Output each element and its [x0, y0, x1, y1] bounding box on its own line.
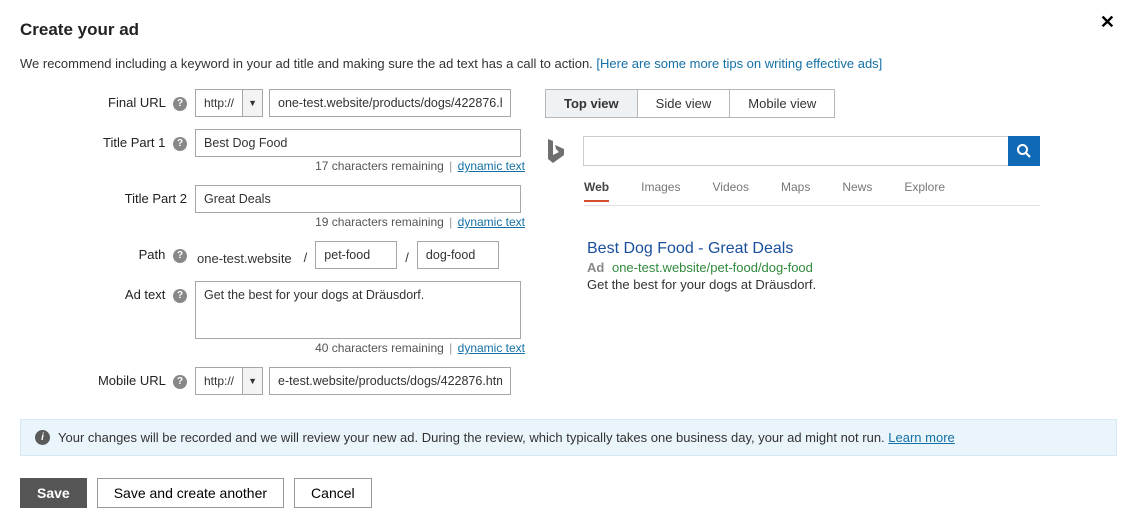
label-mobile-url: Mobile URL ?: [20, 367, 195, 389]
title1-input[interactable]: [195, 129, 521, 157]
adtext-remaining: 40 characters remaining | dynamic text: [20, 341, 525, 355]
help-icon[interactable]: ?: [173, 289, 187, 303]
save-button[interactable]: Save: [20, 478, 87, 508]
bing-tab-web[interactable]: Web: [584, 180, 609, 202]
ad-text-input[interactable]: [195, 281, 521, 339]
review-info-bar: i Your changes will be recorded and we w…: [20, 419, 1117, 456]
ad-badge: Ad: [587, 260, 604, 275]
ad-preview-title: Best Dog Food - Great Deals: [587, 240, 1040, 258]
adtext-dynamic-link[interactable]: dynamic text: [458, 341, 525, 355]
label-title1: Title Part 1 ?: [20, 129, 195, 151]
chevron-down-icon: ▼: [242, 368, 262, 394]
ad-preview-desc: Get the best for your dogs at Dräusdorf.: [587, 277, 1040, 292]
mobile-url-protocol-select[interactable]: http:// ▼: [195, 367, 263, 395]
bing-search-button[interactable]: [1008, 136, 1040, 166]
title1-dynamic-link[interactable]: dynamic text: [458, 159, 525, 173]
tab-side-view[interactable]: Side view: [638, 90, 731, 117]
help-icon[interactable]: ?: [173, 97, 187, 111]
title2-remaining: 19 characters remaining | dynamic text: [20, 215, 525, 229]
search-icon: [1016, 143, 1032, 159]
path-domain: one-test.website: [195, 245, 296, 266]
close-icon[interactable]: ✕: [1100, 12, 1115, 33]
ad-preview-url: one-test.website/pet-food/dog-food: [612, 260, 813, 275]
label-ad-text: Ad text ?: [20, 281, 195, 303]
bing-search-box: [583, 136, 1040, 166]
final-url-protocol-select[interactable]: http:// ▼: [195, 89, 263, 117]
learn-more-link[interactable]: Learn more: [888, 430, 954, 445]
ad-preview: Best Dog Food - Great Deals Ad one-test.…: [587, 240, 1040, 292]
path1-input[interactable]: [315, 241, 397, 269]
info-text: Your changes will be recorded and we wil…: [58, 430, 888, 445]
cancel-button[interactable]: Cancel: [294, 478, 372, 508]
dialog-title: Create your ad: [20, 20, 1117, 40]
final-url-input[interactable]: [269, 89, 511, 117]
title1-remaining: 17 characters remaining | dynamic text: [20, 159, 525, 173]
label-final-url: Final URL ?: [20, 89, 195, 111]
label-path: Path ?: [20, 241, 195, 263]
intro-body: We recommend including a keyword in your…: [20, 56, 596, 71]
intro-tips-link[interactable]: [Here are some more tips on writing effe…: [596, 56, 882, 71]
bing-result-tabs: Web Images Videos Maps News Explore: [584, 176, 1040, 206]
chevron-down-icon: ▼: [242, 90, 262, 116]
help-icon[interactable]: ?: [173, 375, 187, 389]
bing-logo-icon: [545, 137, 567, 165]
bing-tab-news[interactable]: News: [842, 180, 872, 201]
path2-input[interactable]: [417, 241, 499, 269]
mobile-url-input[interactable]: [269, 367, 511, 395]
label-title2: Title Part 2: [20, 185, 195, 206]
help-icon[interactable]: ?: [173, 137, 187, 151]
tab-top-view[interactable]: Top view: [546, 90, 638, 117]
bing-search-input[interactable]: [583, 136, 1008, 166]
tab-mobile-view[interactable]: Mobile view: [730, 90, 834, 117]
bing-tab-images[interactable]: Images: [641, 180, 680, 201]
intro-text: We recommend including a keyword in your…: [20, 56, 1117, 71]
save-and-create-another-button[interactable]: Save and create another: [97, 478, 284, 508]
bing-tab-explore[interactable]: Explore: [904, 180, 945, 201]
bing-tab-maps[interactable]: Maps: [781, 180, 810, 201]
title2-input[interactable]: [195, 185, 521, 213]
preview-view-tabs: Top view Side view Mobile view: [545, 89, 835, 118]
title2-dynamic-link[interactable]: dynamic text: [458, 215, 525, 229]
bing-tab-videos[interactable]: Videos: [712, 180, 748, 201]
help-icon[interactable]: ?: [173, 249, 187, 263]
info-icon: i: [35, 430, 50, 445]
